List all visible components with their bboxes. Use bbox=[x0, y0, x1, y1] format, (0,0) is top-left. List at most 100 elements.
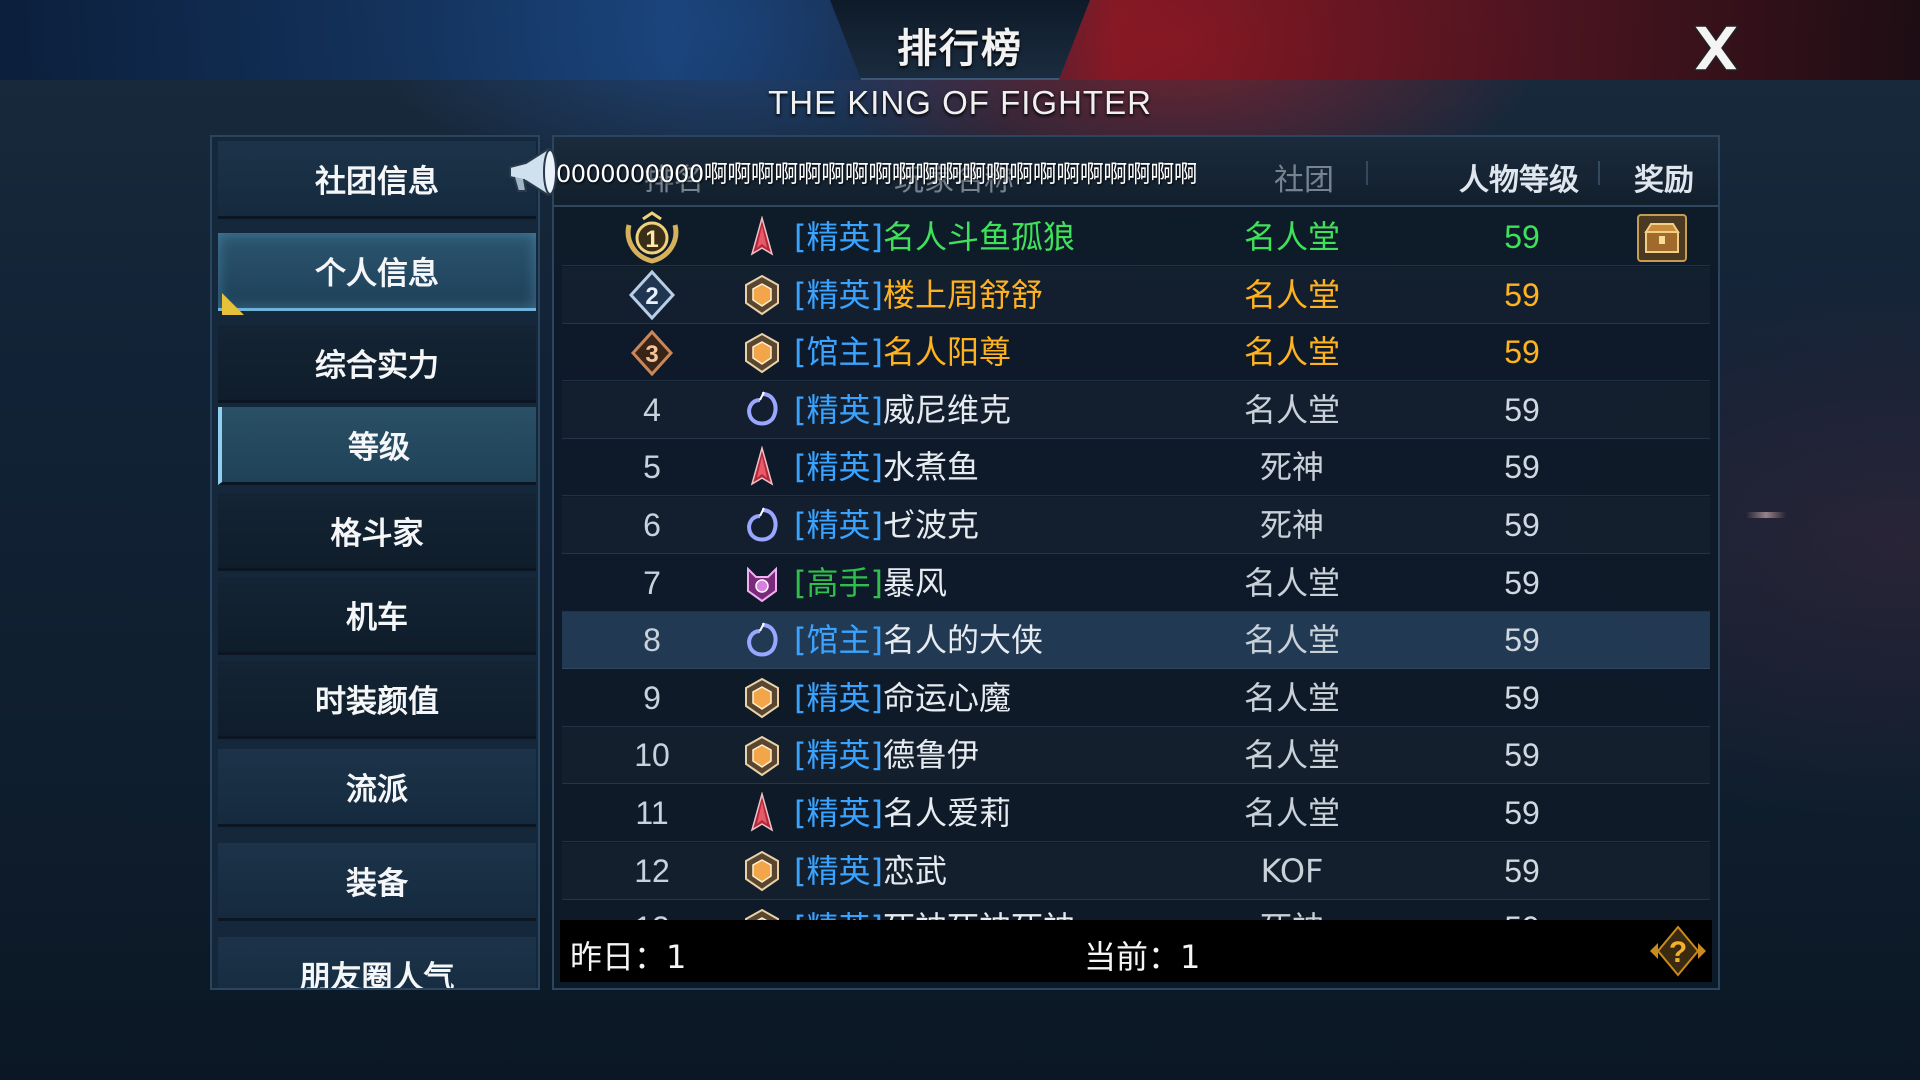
sidebar-item-label: 个人信息 bbox=[315, 256, 439, 292]
rank-cell: 8 bbox=[643, 622, 661, 659]
question-icon: ? bbox=[1650, 925, 1706, 977]
svg-text:3: 3 bbox=[645, 341, 658, 368]
club-name: 名人堂 bbox=[1243, 275, 1340, 314]
player-title-tag: [精英] bbox=[794, 506, 883, 544]
table-row[interactable]: 13 [精英]死神死神死神死神 59 bbox=[562, 900, 1710, 921]
sidebar-item-0[interactable]: 社团信息 bbox=[218, 141, 536, 219]
player-name-text: 命运心魔 bbox=[882, 678, 1011, 717]
sidebar-item-8[interactable]: 装备 bbox=[218, 843, 536, 921]
shield-gem-icon bbox=[740, 843, 784, 900]
player-name-text: 名人的大侠 bbox=[882, 621, 1043, 660]
side-decoration bbox=[1746, 512, 1786, 518]
player-name-text: 威尼维克 bbox=[882, 390, 1011, 429]
rank-medal-1-icon: 1 bbox=[621, 209, 683, 266]
sidebar-item-3[interactable]: 等级 bbox=[218, 407, 536, 485]
player-name: [精英]命运心魔 bbox=[794, 670, 1214, 727]
selection-marker-icon bbox=[222, 293, 244, 315]
shield-gem-icon bbox=[740, 727, 784, 784]
sidebar-item-label: 时装颜值 bbox=[315, 684, 439, 720]
player-title-tag: [馆主] bbox=[794, 333, 883, 372]
swirl-icon bbox=[740, 612, 784, 669]
rank-cell: 10 bbox=[634, 737, 670, 774]
rank-medal-3-icon: 3 bbox=[621, 324, 683, 381]
player-name-text: 水煮鱼 bbox=[882, 448, 979, 487]
sidebar-item-6[interactable]: 时装颜值 bbox=[218, 661, 536, 739]
red-spike-icon bbox=[740, 209, 784, 266]
close-button[interactable] bbox=[1688, 20, 1744, 76]
table-row[interactable]: 3 [馆主]名人阳尊 名人堂 59 bbox=[562, 324, 1710, 382]
table-row[interactable]: 12 [精英]恋武 KOF 59 bbox=[562, 843, 1710, 900]
player-name: [精英]德鲁伊 bbox=[794, 727, 1214, 784]
swirl-icon bbox=[740, 497, 784, 554]
rank-cell: 4 bbox=[643, 391, 661, 428]
player-name: [精英]威尼维克 bbox=[794, 382, 1214, 439]
page-subtitle: THE KING OF FIGHTER bbox=[768, 84, 1152, 121]
club-name: 名人堂 bbox=[1243, 621, 1340, 660]
shield-gem-icon bbox=[740, 267, 784, 324]
table-row[interactable]: 6 [精英]ゼ波克 死神 59 bbox=[562, 497, 1710, 554]
table-row[interactable]: 5 [精英]水煮鱼 死神 59 bbox=[562, 439, 1710, 497]
club-name: KOF bbox=[1260, 851, 1324, 890]
table-row[interactable]: 9 [精英]命运心魔 名人堂 59 bbox=[562, 670, 1710, 727]
table-row[interactable]: 8 [馆主]名人的大侠 名人堂 59 bbox=[562, 612, 1710, 670]
table-row[interactable]: 1 [精英]名人斗鱼孤狼 名人堂 59 bbox=[562, 209, 1710, 266]
col-level: 人物等级 bbox=[1459, 163, 1579, 198]
player-title-tag: [高手] bbox=[794, 563, 883, 602]
player-level: 59 bbox=[1504, 795, 1540, 831]
player-level: 59 bbox=[1442, 900, 1602, 921]
sidebar-item-5[interactable]: 机车 bbox=[218, 577, 536, 655]
rank-cell: 13 bbox=[602, 900, 702, 921]
player-level: 59 bbox=[1504, 622, 1540, 659]
player-name-text: 名人斗鱼孤狼 bbox=[882, 218, 1075, 256]
player-name-text: 德鲁伊 bbox=[882, 736, 979, 775]
player-title-tag: [精英] bbox=[794, 218, 883, 256]
red-spike-icon bbox=[740, 439, 784, 496]
table-row[interactable]: 10 [精英]德鲁伊 名人堂 59 bbox=[562, 727, 1710, 785]
svg-text:1: 1 bbox=[645, 226, 658, 253]
sidebar-item-7[interactable]: 流派 bbox=[218, 749, 536, 827]
player-name: [馆主]名人的大侠 bbox=[794, 612, 1214, 669]
ranking-list[interactable]: 1 [精英]名人斗鱼孤狼 名人堂 59 2 [精英]楼上周舒舒 名人堂 59 3 [馆主]名人阳尊… bbox=[562, 209, 1710, 921]
close-icon bbox=[1692, 25, 1740, 71]
rank-cell: 12 bbox=[634, 852, 670, 889]
table-row[interactable]: 7 [高手]暴风 名人堂 59 bbox=[562, 555, 1710, 612]
player-title-tag: [精英] bbox=[794, 275, 883, 314]
rank-cell: 2 bbox=[602, 267, 702, 324]
club-name: 死神 bbox=[1259, 448, 1324, 487]
player-name: [精英]名人斗鱼孤狼 bbox=[794, 209, 1214, 266]
sidebar-item-label: 社团信息 bbox=[315, 164, 439, 200]
col-reward: 奖励 bbox=[1634, 163, 1694, 198]
player-name-text: 暴风 bbox=[882, 563, 947, 602]
reward-chest-icon[interactable] bbox=[1632, 209, 1692, 266]
player-level: 59 bbox=[1504, 276, 1540, 313]
current-rank: 当前：1 bbox=[1084, 938, 1201, 976]
help-button[interactable]: ? bbox=[1648, 924, 1708, 978]
sidebar-item-2[interactable]: 综合实力 bbox=[218, 325, 536, 403]
sidebar-item-label: 综合实力 bbox=[315, 348, 439, 384]
rank-cell: 6 bbox=[643, 507, 661, 543]
player-name-text: 恋武 bbox=[882, 851, 947, 890]
sidebar-item-9[interactable]: 朋友圈人气 bbox=[218, 937, 536, 988]
player-name-text: 名人爱莉 bbox=[882, 794, 1011, 832]
club-name: 死神 bbox=[1202, 900, 1382, 921]
rank-cell: 1 bbox=[602, 209, 702, 266]
table-row[interactable]: 4 [精英]威尼维克 名人堂 59 bbox=[562, 382, 1710, 439]
player-name: [精英]ゼ波克 bbox=[794, 497, 1214, 554]
table-row[interactable]: 11 [精英]名人爱莉 名人堂 59 bbox=[562, 785, 1710, 842]
cat-mask-icon bbox=[740, 555, 784, 612]
player-level: 59 bbox=[1504, 679, 1540, 716]
player-level: 59 bbox=[1504, 737, 1540, 774]
player-name: [精英]名人爱莉 bbox=[794, 785, 1214, 842]
player-level: 59 bbox=[1504, 852, 1540, 889]
rank-footer: 昨日：1 当前：1 ? bbox=[560, 920, 1712, 982]
announcement-ticker: 0000000000啊啊啊啊啊啊啊啊啊啊啊啊啊啊啊啊啊啊啊啊啊啊 bbox=[556, 160, 1196, 188]
player-name-text: 名人阳尊 bbox=[882, 333, 1011, 372]
club-name: 死神 bbox=[1259, 506, 1324, 544]
megaphone-icon bbox=[504, 145, 564, 199]
rank-medal-2-icon: 2 bbox=[621, 267, 683, 324]
club-name: 名人堂 bbox=[1243, 390, 1340, 429]
table-row[interactable]: 2 [精英]楼上周舒舒 名人堂 59 bbox=[562, 267, 1710, 324]
sidebar-item-4[interactable]: 格斗家 bbox=[218, 493, 536, 571]
sidebar-item-1[interactable]: 个人信息 bbox=[218, 233, 536, 311]
swirl-icon bbox=[740, 382, 784, 439]
